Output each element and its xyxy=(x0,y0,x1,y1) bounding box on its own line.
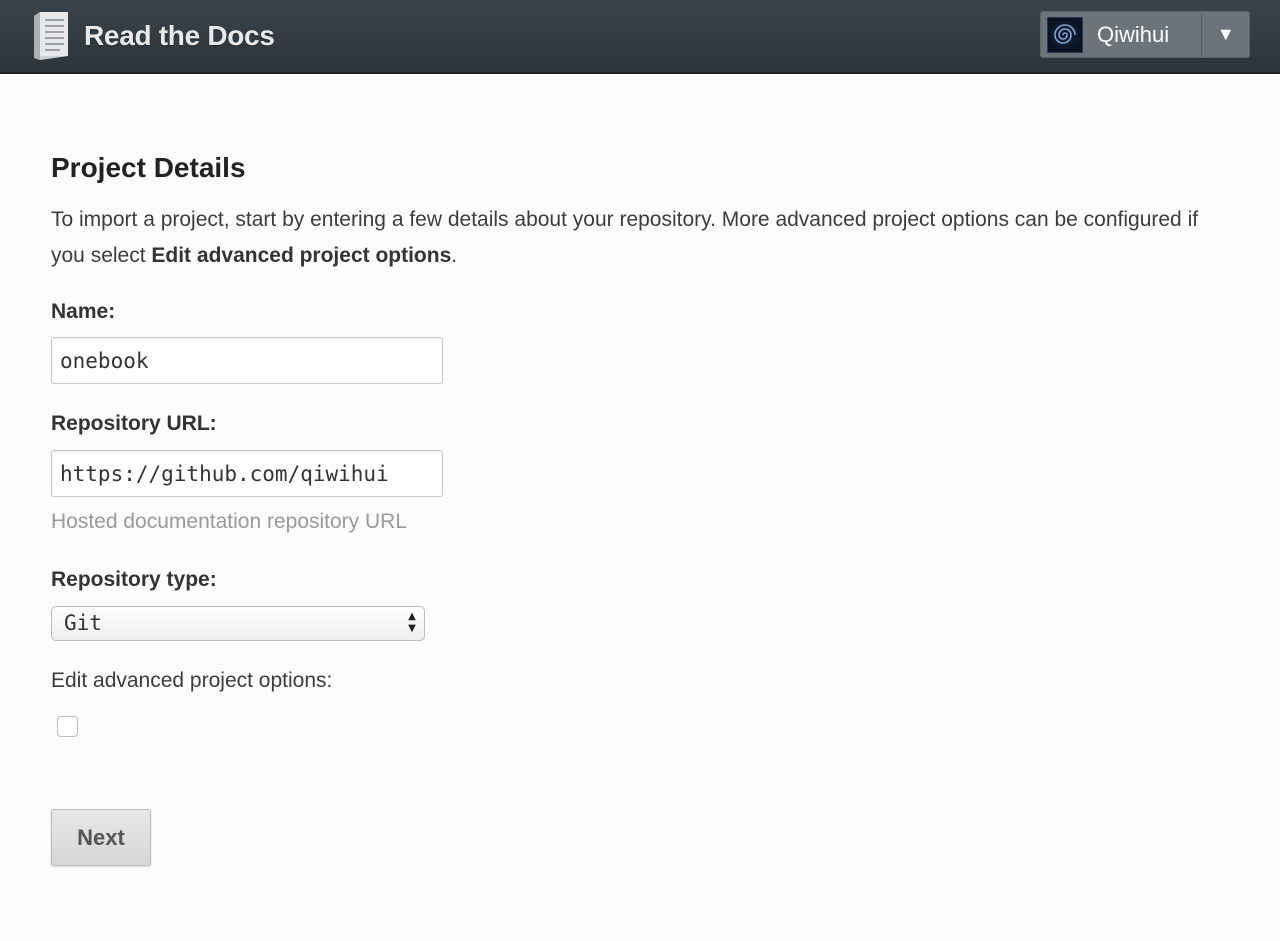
user-menu-dropdown-button[interactable]: ▼ xyxy=(1201,12,1249,57)
user-profile-button[interactable]: Qiwihui xyxy=(1041,12,1201,57)
intro-text: To import a project, start by entering a… xyxy=(51,208,1199,267)
book-icon xyxy=(34,12,68,60)
repository-type-value: Git xyxy=(64,611,102,635)
repository-url-input[interactable] xyxy=(51,450,443,497)
username: Qiwihui xyxy=(1097,21,1170,47)
repository-url-label: Repository URL: xyxy=(51,412,217,435)
spiral-avatar-icon xyxy=(1051,20,1079,49)
brand-name: Read the Docs xyxy=(84,20,275,51)
user-menu: Qiwihui ▼ xyxy=(1040,11,1250,58)
repository-url-help: Hosted documentation repository URL xyxy=(51,510,408,533)
top-navigation-bar: Read the Docs Qiwihui ▼ xyxy=(0,0,1280,74)
chevron-down-icon: ▼ xyxy=(1216,24,1235,44)
advanced-options-label: Edit advanced project options: xyxy=(51,669,333,692)
select-arrows-icon: ▲ ▼ xyxy=(408,611,416,634)
name-label: Name: xyxy=(51,300,116,323)
repository-type-label: Repository type: xyxy=(51,568,217,591)
name-input[interactable] xyxy=(51,337,443,384)
next-button[interactable]: Next xyxy=(51,809,151,866)
page-title: Project Details xyxy=(51,152,246,183)
brand-logo[interactable]: Read the Docs xyxy=(30,10,275,62)
project-form: Project Details To import a project, sta… xyxy=(51,150,1241,866)
repository-type-select[interactable]: Git ▲ ▼ xyxy=(51,606,425,641)
advanced-options-checkbox[interactable] xyxy=(57,716,78,737)
avatar xyxy=(1047,16,1083,53)
intro-bold-text: Edit advanced project options xyxy=(151,244,452,267)
